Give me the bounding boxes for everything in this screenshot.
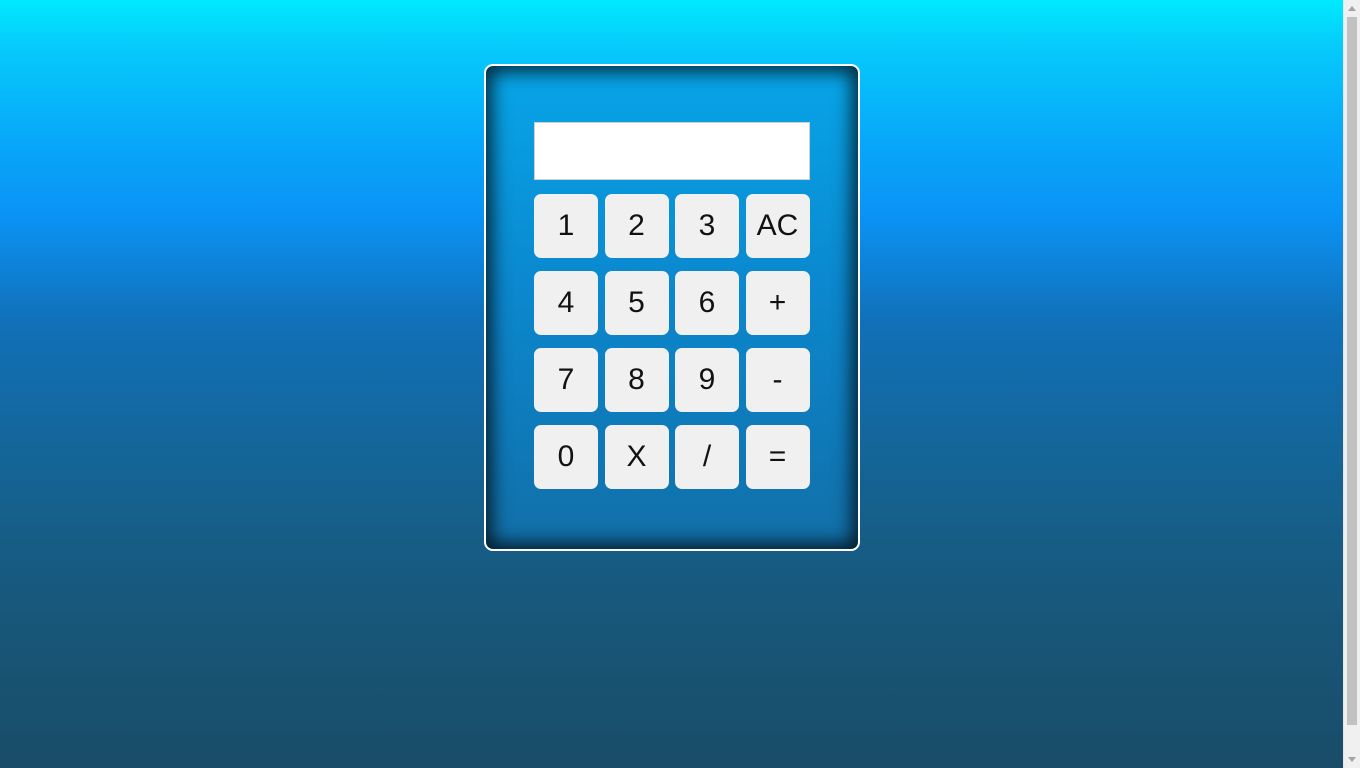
key-9-button[interactable]: 9 xyxy=(675,348,739,412)
scroll-up-arrow-icon[interactable] xyxy=(1344,0,1360,17)
key-5-button[interactable]: 5 xyxy=(604,271,669,335)
page-background: 1 2 3 AC 4 5 6 + 7 8 9 - 0 X / = xyxy=(0,0,1343,768)
scrollbar-thumb[interactable] xyxy=(1347,17,1357,725)
key-8-button[interactable]: 8 xyxy=(604,348,669,412)
calculator-display[interactable] xyxy=(534,122,810,180)
key-3-button[interactable]: 3 xyxy=(675,194,739,258)
vertical-scrollbar[interactable] xyxy=(1343,0,1360,768)
key-6-button[interactable]: 6 xyxy=(675,271,739,335)
subtract-button[interactable]: - xyxy=(745,348,810,412)
key-7-button[interactable]: 7 xyxy=(534,348,598,412)
equals-button[interactable]: = xyxy=(745,425,810,489)
key-1-button[interactable]: 1 xyxy=(534,194,598,258)
all-clear-button[interactable]: AC xyxy=(745,194,810,258)
calculator-panel: 1 2 3 AC 4 5 6 + 7 8 9 - 0 X / = xyxy=(484,64,860,551)
keypad: 1 2 3 AC 4 5 6 + 7 8 9 - 0 X / = xyxy=(534,194,810,489)
key-4-button[interactable]: 4 xyxy=(534,271,598,335)
scroll-down-arrow-icon[interactable] xyxy=(1344,751,1360,768)
add-button[interactable]: + xyxy=(745,271,810,335)
divide-button[interactable]: / xyxy=(675,425,739,489)
key-2-button[interactable]: 2 xyxy=(604,194,669,258)
key-0-button[interactable]: 0 xyxy=(534,425,598,489)
multiply-button[interactable]: X xyxy=(604,425,669,489)
